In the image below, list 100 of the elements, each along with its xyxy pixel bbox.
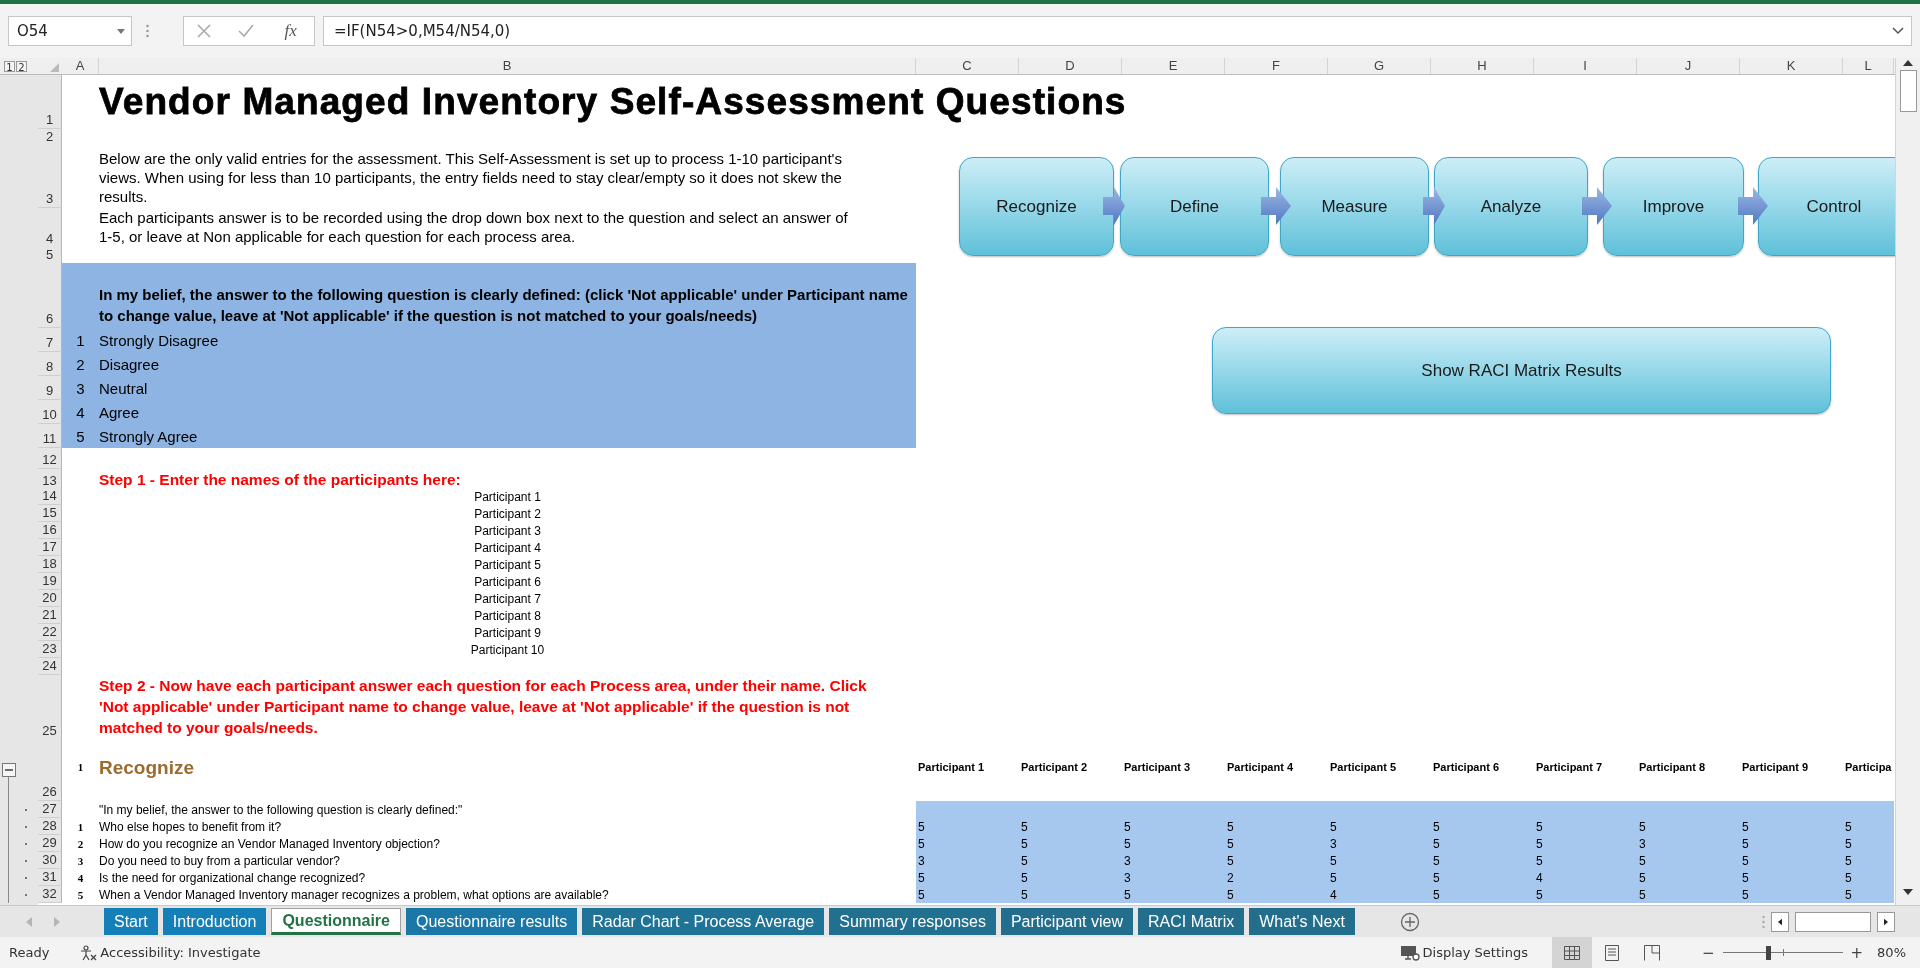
row-header[interactable]: 9 [38,376,62,400]
answer-value[interactable]: 5 [1227,853,1234,868]
column-header[interactable]: F [1225,58,1328,74]
answer-cell[interactable]: 5 [1019,869,1122,886]
formula-field[interactable]: =IF(N54>0,M54/N54,0) [323,16,1912,46]
scroll-down-icon[interactable] [1903,889,1913,895]
scroll-thumb[interactable] [1899,70,1917,112]
answer-value[interactable]: 5 [1330,819,1337,834]
answer-cell[interactable]: 5 [1740,886,1843,903]
row-header[interactable]: 29 [38,835,62,852]
column-header[interactable]: J [1637,58,1740,74]
answer-value[interactable]: 3 [1124,853,1131,868]
answer-cell[interactable]: 5 [1019,852,1122,869]
sheet-tab[interactable]: Questionnaire results [406,908,578,935]
answer-value[interactable]: 5 [918,836,925,851]
answer-cell[interactable]: 5 [1637,886,1740,903]
answer-cell[interactable]: 5 [1534,818,1637,835]
row-header[interactable]: 19 [38,573,62,590]
answer-value[interactable]: 5 [1021,870,1028,885]
answer-cell[interactable]: 5 [1843,835,1894,852]
answer-value[interactable]: 5 [1227,836,1234,851]
row-header[interactable]: 17 [38,539,62,556]
answer-value[interactable]: 5 [1021,819,1028,834]
answer-cell[interactable]: 5 [1019,818,1122,835]
scroll-up-icon[interactable] [1903,60,1913,66]
answer-value[interactable]: 5 [1433,887,1440,902]
answer-value[interactable]: 5 [1742,836,1749,851]
answer-cell[interactable]: 5 [1843,886,1894,903]
answer-value[interactable]: 5 [1433,853,1440,868]
participant-name[interactable]: Participant 4 [474,540,541,555]
process-step[interactable]: Measure [1280,157,1429,256]
row-header[interactable]: 1 [38,75,62,129]
answer-cell[interactable]: 5 [1328,852,1431,869]
answer-cell[interactable]: 5 [1431,835,1534,852]
answer-cell[interactable]: 5 [1019,886,1122,903]
column-header[interactable]: A [62,58,99,74]
row-header[interactable]: 4 [38,208,62,248]
sheet-tab[interactable]: Start [104,908,158,935]
answer-cell[interactable]: 5 [916,886,1019,903]
process-step[interactable]: Recognize [959,157,1114,256]
column-header[interactable]: K [1740,58,1843,74]
answer-cell[interactable]: 5 [1740,852,1843,869]
answer-cell[interactable]: 5 [1431,869,1534,886]
sheet-tab[interactable]: Participant view [1000,908,1133,935]
answer-cell[interactable]: 3 [1122,852,1225,869]
participant-name[interactable]: Participant 2 [474,506,541,521]
answer-value[interactable]: 5 [1742,853,1749,868]
insert-function-button[interactable]: fx [280,21,301,41]
answer-cell[interactable]: 5 [1740,818,1843,835]
chevron-down-icon[interactable] [1892,27,1904,35]
answer-value[interactable]: 5 [1227,819,1234,834]
answer-value[interactable]: 5 [1124,887,1131,902]
row-header[interactable]: 18 [38,556,62,573]
sheet-tab[interactable]: Summary responses [829,908,996,935]
answer-value[interactable]: 5 [918,870,925,885]
answer-value[interactable]: 5 [1124,819,1131,834]
sheet-tab[interactable]: RACI Matrix [1137,908,1245,935]
answer-value[interactable]: 2 [1227,870,1234,885]
answer-cell[interactable]: 3 [1637,835,1740,852]
drag-handle-icon[interactable] [146,24,149,38]
cancel-icon[interactable] [197,24,212,38]
answer-cell[interactable]: 5 [1637,818,1740,835]
answer-cell[interactable]: 5 [1534,886,1637,903]
row-header[interactable]: 14 [38,488,62,505]
vertical-scrollbar[interactable] [1895,58,1920,905]
row-header[interactable]: 20 [38,590,62,607]
collapse-button[interactable] [2,763,16,777]
answer-value[interactable]: 5 [1845,819,1852,834]
sheet-tab[interactable]: Introduction [162,908,267,935]
accessibility-icon[interactable] [79,944,98,961]
answer-value[interactable]: 5 [1021,836,1028,851]
column-header[interactable]: G [1328,58,1431,74]
process-step[interactable]: Define [1120,157,1269,256]
answer-cell[interactable]: 5 [1122,886,1225,903]
row-header[interactable]: 21 [38,607,62,624]
answer-value[interactable]: 3 [1330,836,1337,851]
answer-value[interactable]: 5 [918,887,925,902]
previous-sheet-icon[interactable] [26,916,32,927]
answer-cell[interactable]: 5 [1225,818,1328,835]
monitor-icon[interactable] [1399,944,1420,961]
normal-view-button[interactable] [1551,937,1592,968]
answer-cell[interactable]: 5 [1534,835,1637,852]
answer-value[interactable]: 5 [1845,853,1852,868]
answer-value[interactable]: 5 [1845,836,1852,851]
name-box[interactable]: O54 [8,16,132,46]
column-header[interactable]: H [1431,58,1534,74]
row-header[interactable]: 26 [38,739,62,801]
answer-value[interactable]: 5 [1536,853,1543,868]
answer-cell[interactable]: 5 [1431,818,1534,835]
accessibility-status[interactable]: Accessibility: Investigate [100,945,261,960]
answer-value[interactable]: 3 [1124,870,1131,885]
answer-cell[interactable]: 5 [1431,886,1534,903]
column-header[interactable]: C [916,58,1019,74]
row-header[interactable]: 27 [38,801,62,818]
answer-value[interactable]: 4 [1536,870,1543,885]
participant-name[interactable]: Participant 1 [474,489,541,504]
answer-cell[interactable]: 5 [1225,852,1328,869]
participant-name[interactable]: Participant 8 [474,608,541,623]
answer-value[interactable]: 3 [1639,836,1646,851]
answer-value[interactable]: 5 [1330,870,1337,885]
